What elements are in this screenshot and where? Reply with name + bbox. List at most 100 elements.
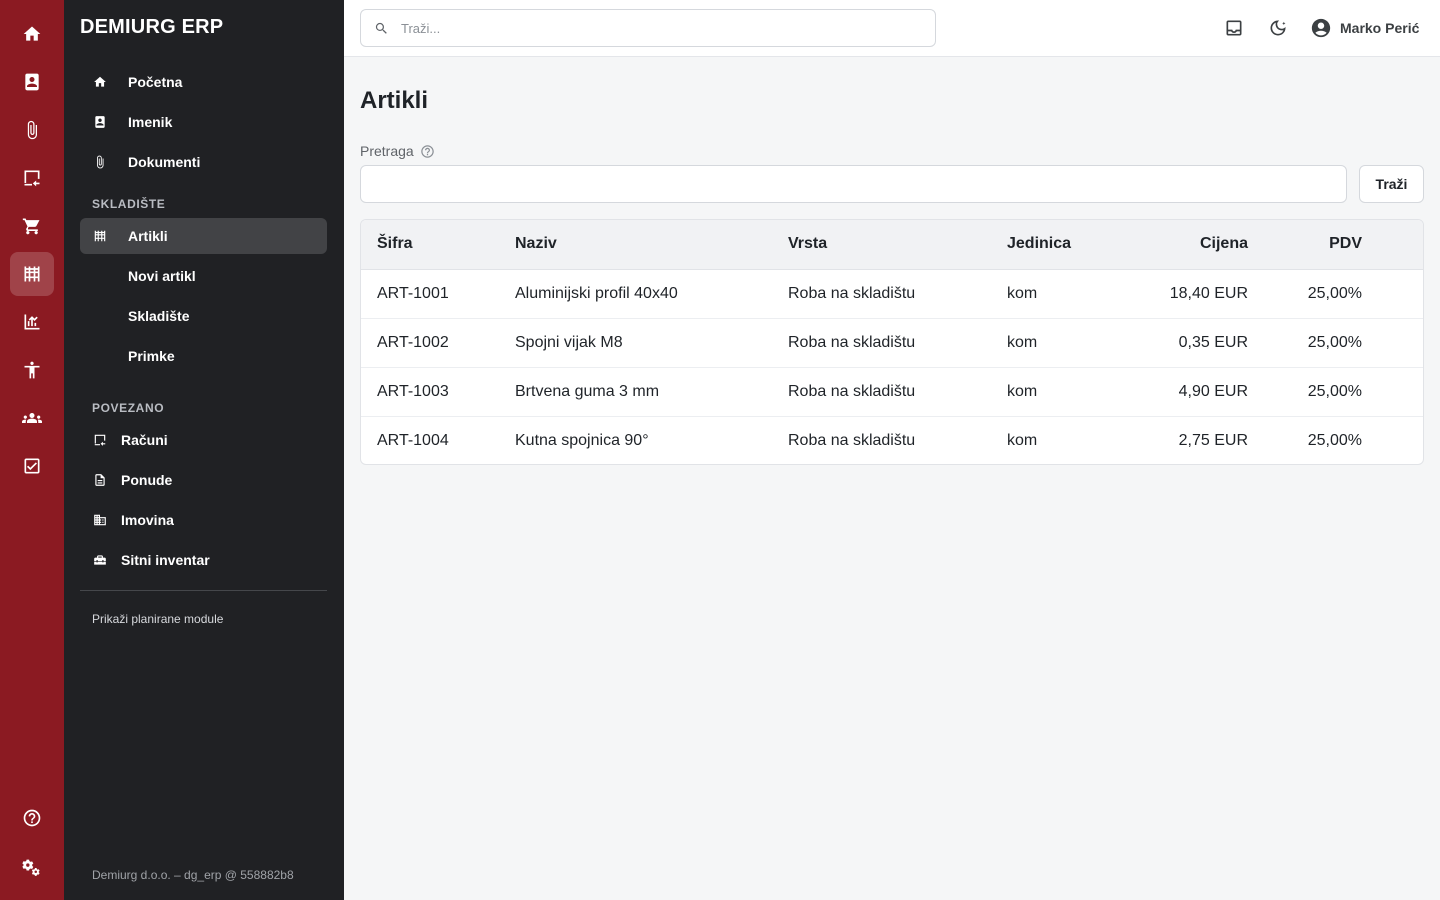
sidebar-item-imovina[interactable]: Imovina [80,502,327,538]
sidebar-item-pocetna[interactable]: Početna [80,64,327,100]
cell-spacer [1362,415,1423,464]
home-icon [23,26,41,41]
table-row[interactable]: ART-1001 Aluminijski profil 40x40 Roba n… [361,269,1423,318]
sidebar-footer: Demiurg d.o.o. – dg_erp @ 558882b8 [92,868,294,882]
sidebar-item-label: Računi [121,432,168,448]
sidebar-item-skladiste[interactable]: Skladište [80,298,327,334]
cart-icon [22,218,40,235]
sidebar-item-label: Sitni inventar [121,552,210,568]
sidebar-item-primke[interactable]: Primke [80,338,327,374]
table-row[interactable]: ART-1004 Kutna spojnica 90° Roba na skla… [361,415,1423,464]
checkbox-icon [24,458,40,474]
sidebar-item-label: Početna [128,74,183,90]
articles-table: Šifra Naziv Vrsta Jedinica Cijena PDV AR… [360,219,1424,465]
cell-naziv: Brtvena guma 3 mm [515,366,788,416]
sidebar-item-novi-artikl[interactable]: Novi artikl [80,258,327,294]
sidebar-item-sitni-inventar[interactable]: Sitni inventar [80,542,327,578]
invoice-icon [24,170,40,187]
paperclip-icon [27,120,37,140]
home-icon [92,74,108,90]
rail-reports-button[interactable] [10,300,54,344]
rail-cart-button[interactable] [10,204,54,248]
rail-help-button[interactable] [10,796,54,840]
inbox-icon [1226,20,1242,36]
rail-accessibility-button[interactable] [10,348,54,392]
toolbox-icon [92,552,108,568]
sidebar: DEMIURG ERP Početna Imenik Dokumenti SKL… [64,0,344,900]
cell-pdv: 25,00% [1248,415,1362,464]
topbar: Marko Perić [344,0,1440,57]
column-header-cijena[interactable]: Cijena [1143,220,1248,270]
settings-icon [22,859,40,876]
sidebar-item-label: Dokumenti [128,154,201,170]
cell-spacer [1362,269,1423,318]
rail-warehouse-button[interactable] [10,252,54,296]
rail-invoices-button[interactable] [10,156,54,200]
rail-documents-button[interactable] [10,108,54,152]
warehouse-icon [24,266,40,282]
rail-settings-button[interactable] [10,846,54,890]
help-icon [23,809,41,827]
sidebar-item-imenik[interactable]: Imenik [80,104,327,140]
contacts-book-icon [25,73,39,91]
sidebar-item-label: Imovina [121,512,174,528]
cell-pdv: 25,00% [1248,317,1362,367]
cell-sifra: ART-1001 [377,284,449,302]
rail-tasks-button[interactable] [10,444,54,488]
cell-vrsta: Roba na skladištu [788,415,1007,464]
cell-jedinica: kom [1007,317,1143,367]
cell-jedinica: kom [1007,284,1038,302]
sidebar-item-artikli[interactable]: Artikli [80,218,327,254]
rail-home-button[interactable] [10,12,54,56]
moon-icon [1270,20,1286,36]
section-label-povezano: POVEZANO [92,401,165,415]
cell-spacer [1362,317,1423,367]
column-header-vrsta[interactable]: Vrsta [788,220,1007,270]
global-search-input[interactable] [401,10,921,46]
cell-vrsta: Roba na skladištu [788,317,1007,367]
cell-cijena: 4,90 EUR [1143,366,1248,416]
help-icon[interactable] [420,144,435,159]
cell-pdv: 25,00% [1307,284,1362,302]
column-header-jedinica[interactable]: Jedinica [1007,220,1143,270]
contacts-book-icon [92,114,108,130]
cell-sifra: ART-1002 [361,317,515,367]
theme-toggle-button[interactable] [1266,16,1290,40]
user-menu[interactable]: Marko Perić [1310,16,1419,40]
section-label-skladiste: SKLADIŠTE [92,197,166,211]
people-icon [22,413,42,423]
show-planned-modules-link[interactable]: Prikaži planirane module [92,612,223,626]
rail-people-button[interactable] [10,396,54,440]
sidebar-item-dokumenti[interactable]: Dokumenti [80,144,327,180]
sidebar-item-label: Ponude [121,472,173,488]
sidebar-item-ponude[interactable]: Ponude [80,462,327,498]
sidebar-item-racuni[interactable]: Računi [80,422,327,458]
sidebar-item-label: Skladište [128,308,190,324]
column-header-pdv[interactable]: PDV [1248,220,1362,270]
search-button[interactable]: Traži [1359,165,1424,203]
inbox-button[interactable] [1222,16,1246,40]
cell-naziv: Aluminijski profil 40x40 [515,284,678,302]
cell-vrsta: Roba na skladištu [788,284,916,302]
cell-cijena: 18,40 EUR [1169,284,1248,302]
account-circle-icon [1311,18,1331,38]
cell-spacer [1362,366,1423,416]
cell-pdv: 25,00% [1248,366,1362,416]
column-header-naziv[interactable]: Naziv [515,220,788,270]
chart-icon [24,314,40,330]
sidebar-item-label: Imenik [128,114,173,130]
cell-sifra: ART-1003 [361,366,515,416]
table-row[interactable]: ART-1003 Brtvena guma 3 mm Roba na sklad… [361,366,1423,416]
filter-label: Pretraga [360,143,435,159]
rail-contacts-button[interactable] [10,60,54,104]
column-header-sifra[interactable]: Šifra [361,220,515,270]
brand-title: DEMIURG ERP [80,16,224,38]
filter-input[interactable] [360,165,1347,203]
column-header-spacer [1362,220,1423,270]
table-row[interactable]: ART-1002 Spojni vijak M8 Roba na skladiš… [361,317,1423,367]
paperclip-icon [92,154,108,170]
sidebar-item-label: Novi artikl [128,268,196,284]
cell-cijena: 0,35 EUR [1143,317,1248,367]
filter-label-text: Pretraga [360,143,414,159]
cell-naziv: Kutna spojnica 90° [515,415,788,464]
